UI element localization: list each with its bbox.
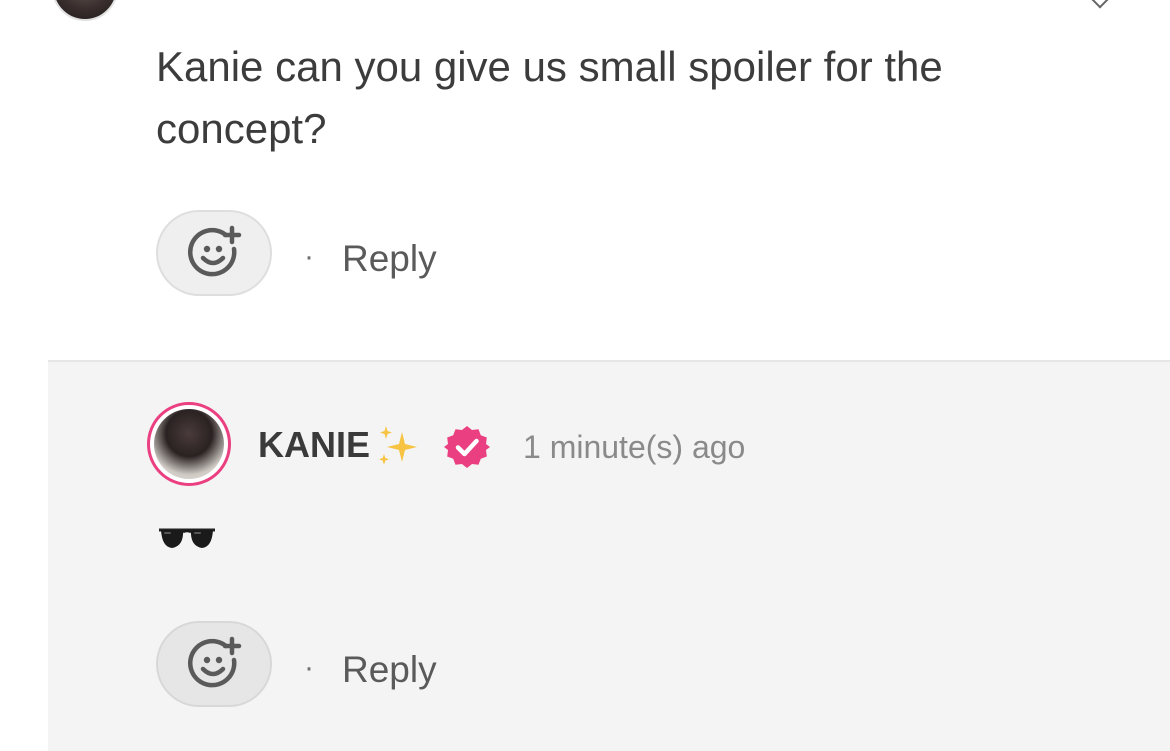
add-reaction-button[interactable] <box>156 210 272 296</box>
reply-author-avatar[interactable] <box>147 402 231 486</box>
reply-button[interactable]: Reply <box>342 238 437 280</box>
reply-timestamp: 1 minute(s) ago <box>523 429 746 465</box>
chevron-down-icon[interactable] <box>1091 0 1109 9</box>
comment-text: Kanie can you give us small spoiler for … <box>156 43 943 152</box>
sunglasses-icon <box>159 528 215 548</box>
verified-badge-icon <box>444 426 490 468</box>
sparkles-icon <box>379 426 417 465</box>
avatar-photo <box>154 409 224 479</box>
smiley-plus-icon <box>187 225 242 277</box>
smiley-plus-icon <box>187 636 242 688</box>
reply-button[interactable]: Reply <box>342 649 437 691</box>
reply-author-name[interactable]: KANIE <box>258 424 370 466</box>
separator-dot: · <box>304 651 314 684</box>
add-reaction-button[interactable] <box>156 621 272 707</box>
commenter-avatar[interactable] <box>52 0 118 21</box>
separator-dot: · <box>304 240 314 273</box>
